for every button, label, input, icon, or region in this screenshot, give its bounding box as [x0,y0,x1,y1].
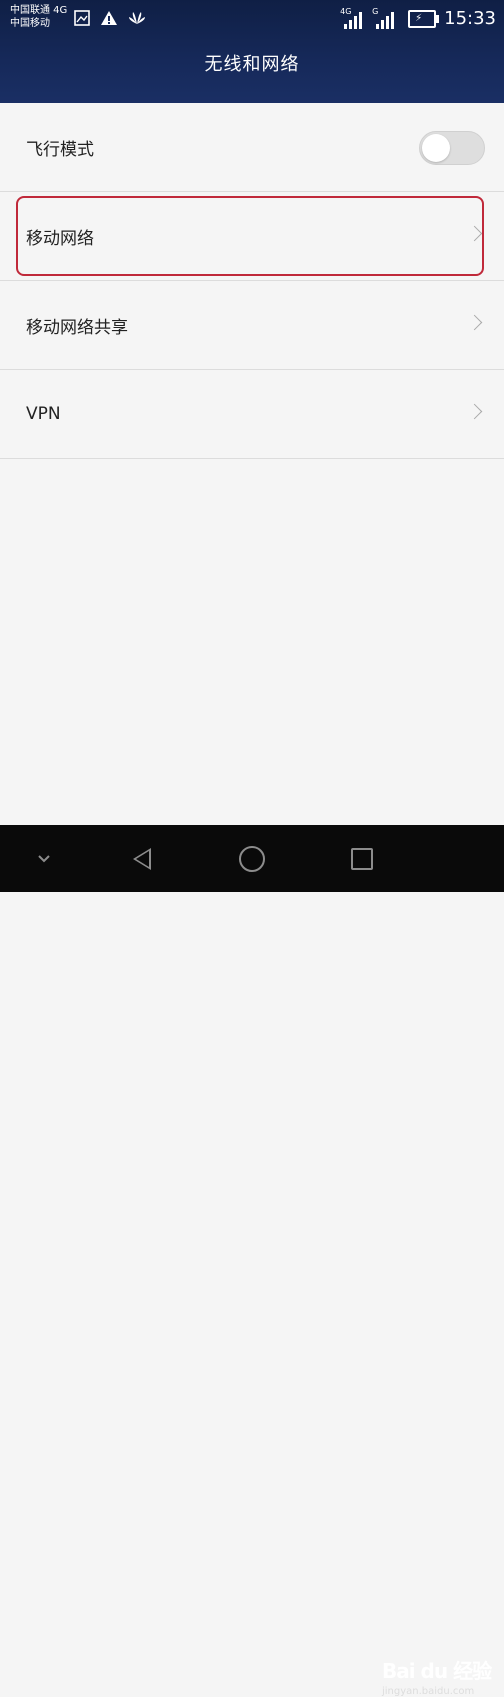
page-title: 无线和网络 [204,54,300,75]
setting-vpn[interactable]: VPN [0,370,504,459]
home-icon [239,845,265,872]
carrier-2: 中国移动 [10,18,50,29]
battery-icon: ⚡ [408,9,440,28]
navigation-bar: Bai du 经验 jingyan.baidu.com [0,825,504,1697]
setting-label: VPN [26,404,61,424]
chevron-right-icon [466,225,483,242]
baidu-watermark: Bai du 经验 jingyan.baidu.com [382,1655,492,1697]
recent-apps-icon [351,847,373,870]
status-time: 15:33 [444,8,496,29]
setting-label: 移动网络共享 [26,317,128,338]
signal-2-net-type: G [372,6,379,16]
settings-list: 飞行模式 移动网络 移动网络共享 VPN [0,103,504,459]
recent-apps-button[interactable] [332,825,392,892]
back-button[interactable] [112,825,172,892]
toggle-knob [422,134,450,162]
header: 中国联通 4G 中国移动 4G G ⚡ 15:33 无线和网络 [0,0,504,103]
gallery-icon [74,10,90,26]
watermark-url: jingyan.baidu.com [382,1686,475,1697]
carrier-info: 中国联通 4G 中国移动 [10,4,67,30]
setting-tethering[interactable]: 移动网络共享 [0,281,504,370]
chevron-right-icon [466,403,483,420]
setting-label: 移动网络 [26,228,94,249]
setting-mobile-network[interactable]: 移动网络 [0,192,504,281]
huawei-icon [129,12,145,24]
setting-airplane-mode[interactable]: 飞行模式 [0,103,504,192]
warning-icon [101,11,117,25]
signal-icon: G [372,7,400,29]
chevron-right-icon [466,314,483,331]
signal-icon: 4G [340,7,368,29]
watermark-logo: Bai du 经验 [382,1659,492,1683]
notification-icons [74,10,146,26]
home-button[interactable] [222,825,282,892]
status-bar: 中国联通 4G 中国移动 4G G ⚡ 15:33 [0,0,504,40]
signal-1-net-type: 4G [340,6,352,16]
back-icon [133,847,151,870]
airplane-mode-toggle[interactable] [419,131,485,165]
hide-nav-button[interactable] [14,825,74,892]
carrier-1: 中国联通 4G [10,5,68,16]
chevron-down-icon [38,854,50,862]
status-right: 4G G ⚡ 15:33 [340,7,496,30]
setting-label: 飞行模式 [26,139,94,160]
